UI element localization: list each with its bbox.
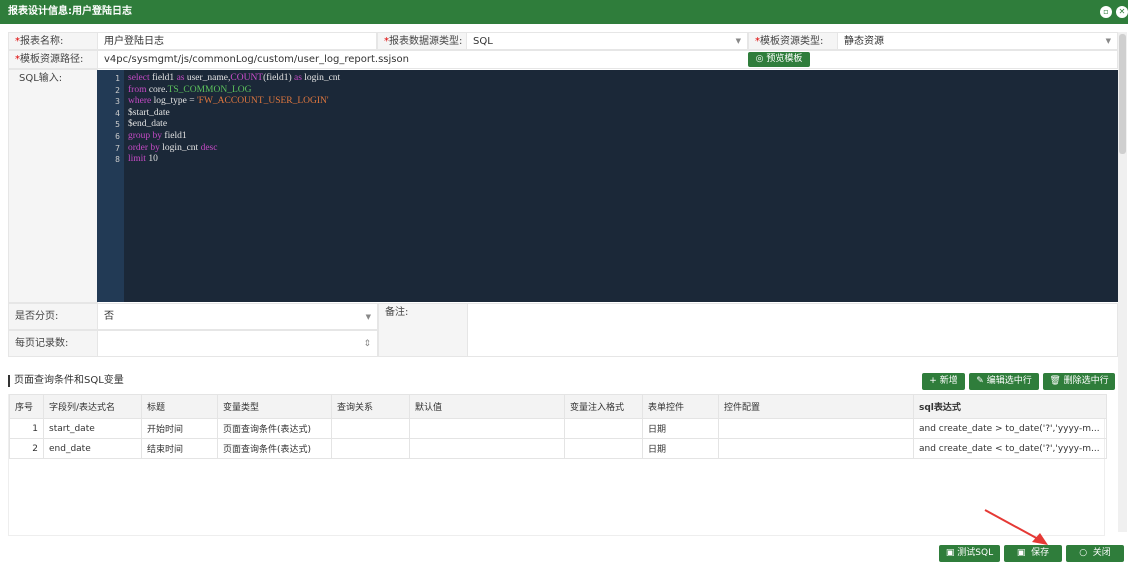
column-header[interactable]: 标题 [141, 394, 218, 419]
table-cell: 2 [9, 438, 44, 459]
column-header[interactable]: 默认值 [409, 394, 565, 419]
line-number: 3 [115, 97, 120, 107]
scrollbar-thumb[interactable] [1119, 34, 1126, 154]
table-cell: 日期 [642, 418, 719, 439]
column-header[interactable]: 变量类型 [217, 394, 332, 419]
table-cell: and create_date < to_date('?','yyyy-m... [913, 438, 1107, 459]
plus-icon: + [929, 376, 940, 386]
sql-editor[interactable]: 12345678 select field1 as user_name,COUN… [97, 70, 1118, 302]
table-cell: 日期 [642, 438, 719, 459]
edit-icon: ✎ [976, 376, 987, 386]
line-number: 4 [115, 108, 120, 118]
table-cell: and create_date > to_date('?','yyyy-m... [913, 418, 1107, 439]
spinner-icon[interactable]: ⇕ [363, 331, 371, 357]
sql-label: SQL输入: [8, 69, 98, 303]
table-cell: 1 [9, 418, 44, 439]
remark-label: 备注: [378, 303, 468, 357]
column-header[interactable]: 表单控件 [642, 394, 719, 419]
column-header[interactable]: 字段列/表达式名 [43, 394, 142, 419]
table-cell: 页面查询条件(表达式) [217, 418, 332, 439]
chevron-down-icon: ▼ [365, 313, 371, 321]
edit-selected-button[interactable]: ✎ 编辑选中行 [969, 373, 1039, 390]
chevron-down-icon: ▼ [1105, 37, 1111, 45]
lock-icon: ▣ [945, 548, 958, 558]
trash-icon: 🗑 [1049, 376, 1064, 386]
column-header[interactable]: 变量注入格式 [564, 394, 643, 419]
sql-code[interactable]: select field1 as user_name,COUNT(field1)… [128, 73, 340, 166]
column-header[interactable]: 控件配置 [718, 394, 914, 419]
line-number: 1 [115, 74, 120, 83]
delete-selected-button[interactable]: 🗑 删除选中行 [1043, 373, 1115, 390]
page-size-label: 每页记录数: [8, 330, 98, 357]
datasource-type-label: *报表数据源类型: [377, 32, 467, 50]
line-number: 2 [115, 85, 120, 95]
table-cell [564, 438, 643, 459]
column-header[interactable]: 查询关系 [331, 394, 410, 419]
template-path-input[interactable]: v4pc/sysmgmt/js/commonLog/custom/user_lo… [97, 50, 1118, 69]
table-cell: 结束时间 [141, 438, 218, 459]
report-name-input[interactable]: 用户登陆日志 [97, 32, 377, 50]
eye-icon: ◎ [755, 54, 767, 64]
red-arrow-annotation [984, 509, 1048, 545]
line-number: 7 [115, 143, 120, 153]
line-number: 5 [115, 120, 120, 130]
table-row[interactable]: 2 end_date 结束时间 页面查询条件(表达式) 日期 and create_dat… [9, 438, 1107, 459]
preview-template-button[interactable]: ◎ 预览模板 [748, 52, 810, 67]
table-cell [409, 438, 565, 459]
section-title: 页面查询条件和SQL变量 [8, 375, 124, 387]
table-cell [409, 418, 565, 439]
paging-select[interactable]: 否 ▼ [97, 303, 378, 330]
template-path-label: *模板资源路径: [8, 50, 98, 69]
table-cell [718, 438, 914, 459]
datasource-type-select[interactable]: SQL ▼ [466, 32, 748, 50]
refresh-icon: ○ [1079, 548, 1093, 558]
variables-grid: 序号 字段列/表达式名 标题 变量类型 查询关系 默认值 变量注入格式 表单控件 控件配置 sql… [8, 394, 1107, 536]
line-number: 8 [115, 155, 120, 165]
report-name-label: *报表名称: [8, 32, 98, 50]
close-icon[interactable]: ✕ [1116, 6, 1128, 18]
window-title: 报表设计信息:用户登陆日志 [0, 0, 1128, 24]
table-cell [718, 418, 914, 439]
line-number: 6 [115, 131, 120, 141]
line-numbers: 12345678 [97, 70, 124, 302]
restore-icon[interactable]: ▫ [1100, 6, 1112, 18]
template-type-label: *模板资源类型: [748, 32, 838, 50]
paging-label: 是否分页: [8, 303, 98, 330]
close-button[interactable]: ○ 关闭 [1066, 545, 1124, 562]
table-cell: 页面查询条件(表达式) [217, 438, 332, 459]
table-cell: start_date [43, 418, 142, 439]
table-cell: end_date [43, 438, 142, 459]
table-cell [331, 418, 410, 439]
template-type-select[interactable]: 静态资源 ▼ [837, 32, 1118, 50]
remark-textarea[interactable] [467, 303, 1118, 357]
add-button[interactable]: + 新增 [922, 373, 965, 390]
column-header[interactable]: 序号 [9, 394, 44, 419]
chevron-down-icon: ▼ [735, 37, 741, 45]
column-header[interactable]: sql表达式 [913, 394, 1107, 419]
table-cell: 开始时间 [141, 418, 218, 439]
table-row[interactable]: 1 start_date 开始时间 页面查询条件(表达式) 日期 and create_d… [9, 418, 1107, 439]
page-size-input[interactable]: ⇕ [97, 330, 378, 357]
table-cell [331, 438, 410, 459]
table-cell [564, 418, 643, 439]
